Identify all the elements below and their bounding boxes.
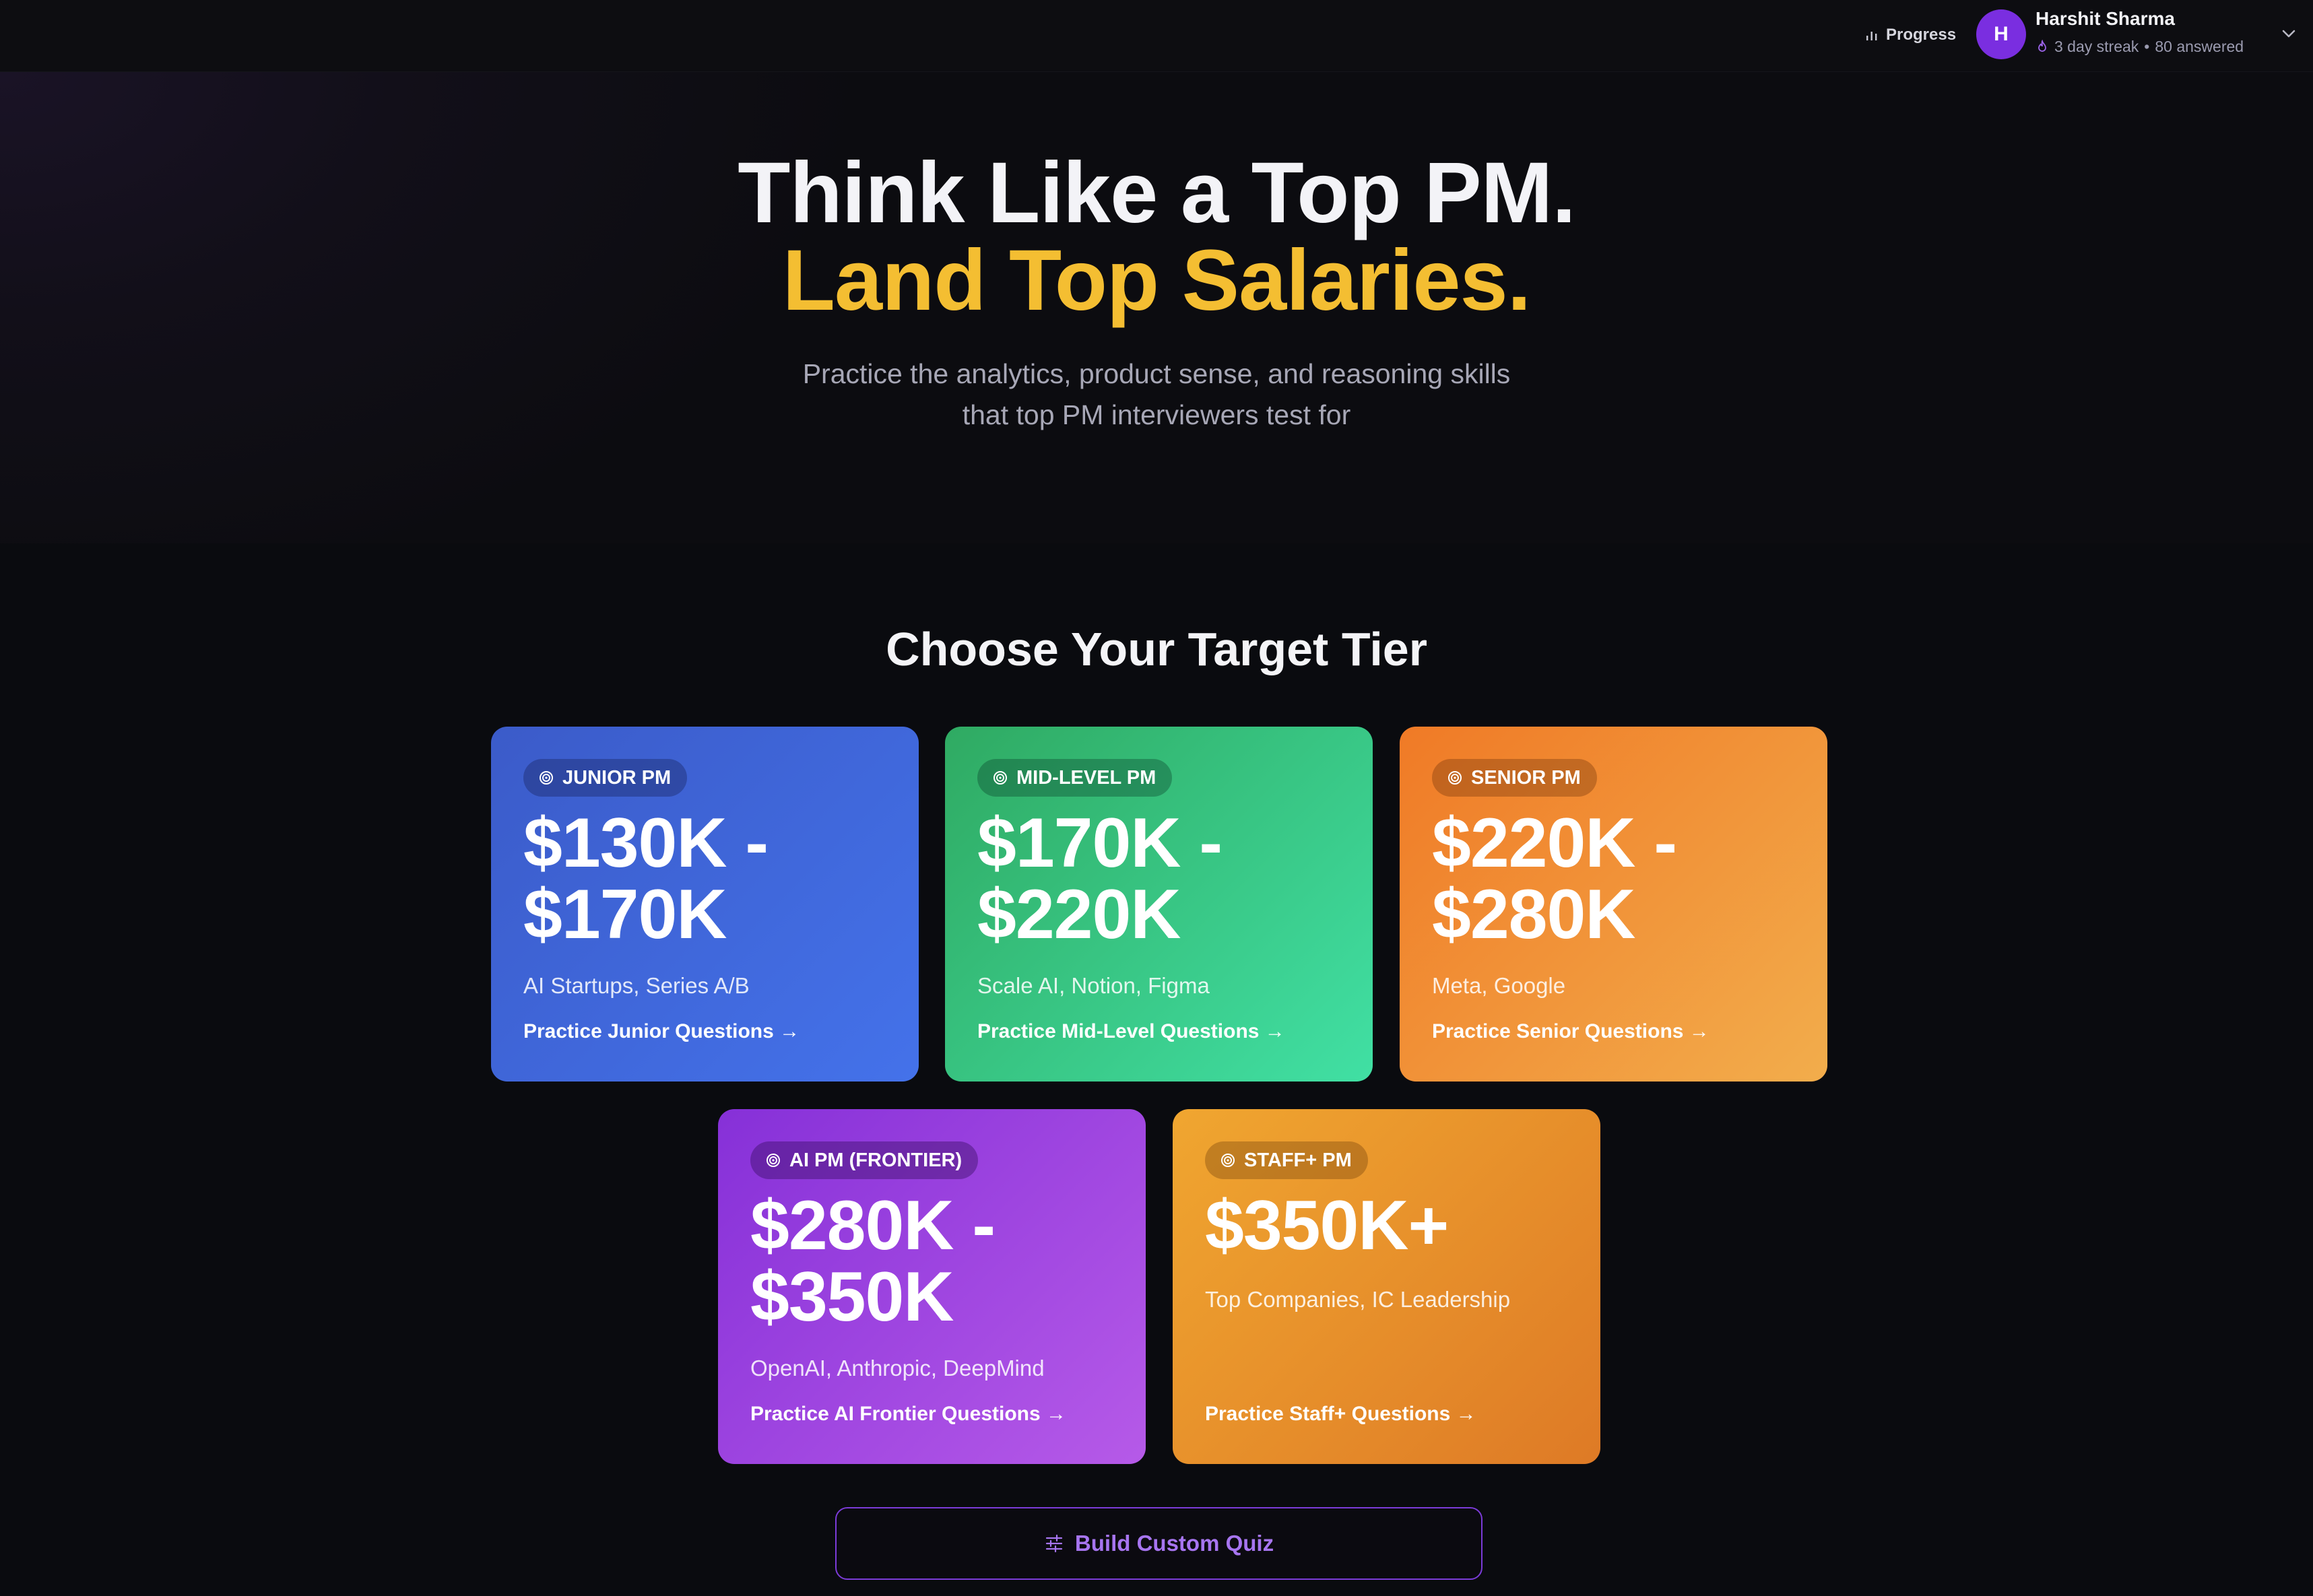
- build-custom-quiz-button[interactable]: Build Custom Quiz: [835, 1507, 1483, 1580]
- tier-badge-label: MID-LEVEL PM: [1016, 766, 1156, 789]
- tier-price-line1: $170K -: [977, 804, 1223, 882]
- tier-card-senior[interactable]: SENIOR PM $220K - $280K Meta, Google Pra…: [1400, 727, 1827, 1082]
- tier-badge: JUNIOR PM: [523, 759, 688, 797]
- target-icon: [1221, 1154, 1235, 1167]
- tiers-title: Choose Your Target Tier: [886, 623, 1427, 675]
- practice-mid-level-link[interactable]: Practice Mid-Level Questions →: [977, 1020, 1285, 1043]
- tier-badge-label: JUNIOR PM: [562, 766, 672, 789]
- hero-subtitle: Practice the analytics, product sense, a…: [0, 354, 2313, 436]
- chevron-down-icon[interactable]: [2278, 23, 2300, 44]
- build-custom-quiz-label: Build Custom Quiz: [1074, 1531, 1274, 1556]
- hero-title-line1: Think Like a Top PM.: [738, 145, 1576, 241]
- tier-badge-label: AI PM (FRONTIER): [789, 1149, 963, 1171]
- tier-companies: OpenAI, Anthropic, DeepMind: [750, 1356, 1045, 1381]
- tier-price: $350K+: [1205, 1190, 1582, 1261]
- tier-price-line2: $170K: [523, 875, 727, 954]
- flame-icon: [2038, 40, 2046, 52]
- sliders-icon: [1045, 1534, 1063, 1553]
- tier-badge: MID-LEVEL PM: [977, 759, 1173, 797]
- hero-subtitle-line1: Practice the analytics, product sense, a…: [802, 358, 1511, 389]
- tier-badge: AI PM (FRONTIER): [750, 1141, 979, 1179]
- stats-separator: •: [2144, 37, 2150, 55]
- tier-companies: AI Startups, Series A/B: [523, 973, 750, 998]
- tier-price: $130K - $170K: [523, 807, 901, 950]
- hero-title: Think Like a Top PM. Land Top Salaries.: [0, 149, 2313, 325]
- hero-subtitle-line2: that top PM interviewers test for: [962, 399, 1351, 430]
- tier-badge-label: STAFF+ PM: [1244, 1149, 1352, 1171]
- tier-price: $220K - $280K: [1432, 807, 1809, 950]
- tier-price-line1: $350K+: [1205, 1187, 1449, 1265]
- tier-price: $280K - $350K: [750, 1190, 1128, 1333]
- tier-price-line2: $350K: [750, 1258, 954, 1336]
- user-stats: 3 day streak • 80 answered: [2035, 36, 2244, 57]
- target-icon: [993, 771, 1007, 785]
- tier-price-line1: $280K -: [750, 1187, 996, 1265]
- practice-ai-frontier-link[interactable]: Practice AI Frontier Questions →: [750, 1403, 1066, 1426]
- bar-chart-icon: [1866, 32, 1877, 40]
- tier-price-line2: $280K: [1432, 875, 1635, 954]
- tier-card-junior[interactable]: JUNIOR PM $130K - $170K AI Startups, Ser…: [491, 727, 919, 1082]
- target-icon: [767, 1154, 780, 1167]
- target-icon: [540, 771, 553, 785]
- tier-companies: Top Companies, IC Leadership: [1205, 1287, 1511, 1312]
- page: Progress H Harshit Sharma 3 day streak •…: [0, 0, 2313, 1596]
- progress-label: Progress: [1886, 26, 1957, 44]
- tier-companies: Meta, Google: [1432, 973, 1566, 998]
- answered-text: 80 answered: [2155, 37, 2244, 55]
- practice-staff-plus-link[interactable]: Practice Staff+ Questions →: [1205, 1403, 1476, 1426]
- tier-price-line1: $220K -: [1432, 804, 1677, 882]
- avatar[interactable]: H: [1976, 9, 2026, 59]
- hero-title-line2: Land Top Salaries.: [782, 232, 1532, 329]
- top-bar: Progress H Harshit Sharma 3 day streak •…: [0, 0, 2313, 72]
- tier-badge: SENIOR PM: [1432, 759, 1597, 797]
- streak-text: 3 day streak: [2054, 37, 2139, 55]
- tier-price-line2: $220K: [977, 875, 1181, 954]
- tier-badge: STAFF+ PM: [1205, 1141, 1368, 1179]
- tier-companies: Scale AI, Notion, Figma: [977, 973, 1210, 998]
- user-name[interactable]: Harshit Sharma: [2035, 8, 2175, 30]
- tier-badge-label: SENIOR PM: [1471, 766, 1581, 789]
- tier-card-mid-level[interactable]: MID-LEVEL PM $170K - $220K Scale AI, Not…: [945, 727, 1373, 1082]
- tier-card-ai-frontier[interactable]: AI PM (FRONTIER) $280K - $350K OpenAI, A…: [718, 1109, 1146, 1464]
- practice-junior-link[interactable]: Practice Junior Questions →: [523, 1020, 800, 1043]
- tier-price-line1: $130K -: [523, 804, 769, 882]
- tier-card-staff-plus[interactable]: STAFF+ PM $350K+ Top Companies, IC Leade…: [1173, 1109, 1600, 1464]
- progress-link[interactable]: Progress: [1864, 20, 1956, 50]
- tier-price: $170K - $220K: [977, 807, 1355, 950]
- practice-senior-link[interactable]: Practice Senior Questions →: [1432, 1020, 1709, 1043]
- hero-section: Think Like a Top PM. Land Top Salaries. …: [0, 72, 2313, 543]
- target-icon: [1448, 771, 1462, 785]
